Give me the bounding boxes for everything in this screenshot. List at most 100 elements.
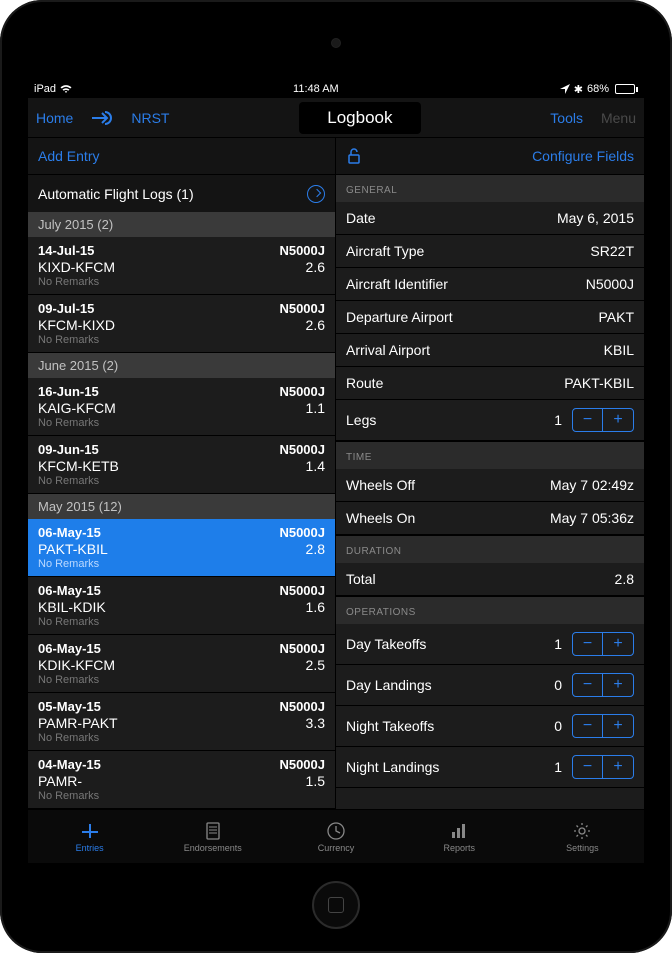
field-row[interactable]: Total2.8 [336, 563, 644, 596]
entry-tail: N5000J [279, 525, 325, 540]
entry-date: 04-May-15 [38, 757, 101, 772]
entry-tail: N5000J [279, 757, 325, 772]
entry-date: 06-May-15 [38, 641, 101, 656]
entry-hours: 1.5 [306, 773, 325, 789]
entry-route: KFCM-KETB [38, 458, 119, 474]
log-entry[interactable]: 06-May-15N5000JKDIK-KFCM2.5No Remarks [28, 635, 335, 693]
field-row[interactable]: Wheels OffMay 7 02:49z [336, 469, 644, 502]
entry-hours: 2.6 [306, 259, 325, 275]
entry-date: 09-Jul-15 [38, 301, 94, 316]
log-entry[interactable]: 14-Jul-15N5000JKIXD-KFCM2.6No Remarks [28, 237, 335, 295]
content: Add Entry Automatic Flight Logs (1) July… [28, 138, 644, 809]
configure-fields-button[interactable]: Configure Fields [532, 148, 634, 164]
tools-button[interactable]: Tools [550, 110, 583, 126]
add-entry-button[interactable]: Add Entry [38, 148, 99, 164]
log-entry[interactable]: 04-May-15N5000JPAMR-1.5No Remarks [28, 751, 335, 809]
tab-entries[interactable]: Entries [28, 810, 151, 863]
right-sub-bar: Configure Fields [336, 138, 644, 174]
entry-remarks: No Remarks [38, 732, 325, 744]
tab-bar: Entries Endorsements Currency Reports Settin… [28, 809, 644, 863]
home-hardware-button[interactable] [312, 881, 360, 929]
field-value: SR22T [590, 243, 634, 259]
field-label: Aircraft Type [346, 243, 424, 259]
entry-tail: N5000J [279, 442, 325, 457]
auto-flight-logs-row[interactable]: Automatic Flight Logs (1) [28, 174, 335, 212]
entry-route: KFCM-KIXD [38, 317, 115, 333]
stepper-minus[interactable]: − [573, 409, 603, 431]
tab-endorsements[interactable]: Endorsements [151, 810, 274, 863]
entry-date: 14-Jul-15 [38, 243, 94, 258]
home-button[interactable]: Home [36, 110, 73, 126]
field-row[interactable]: Arrival AirportKBIL [336, 334, 644, 367]
stepper-plus[interactable]: + [603, 633, 633, 655]
stepper-value: 1 [548, 636, 562, 652]
nrst-button[interactable]: NRST [131, 110, 169, 126]
tab-label: Settings [566, 843, 599, 853]
group-header: June 2015 (2) [28, 353, 335, 378]
tab-label: Currency [318, 843, 355, 853]
field-row[interactable]: Departure AirportPAKT [336, 301, 644, 334]
tab-settings[interactable]: Settings [521, 810, 644, 863]
tab-reports[interactable]: Reports [398, 810, 521, 863]
entry-remarks: No Remarks [38, 616, 325, 628]
stepper-minus[interactable]: − [573, 715, 603, 737]
entry-route: KIXD-KFCM [38, 259, 115, 275]
stepper-minus[interactable]: − [573, 674, 603, 696]
stepper-value: 1 [548, 412, 562, 428]
log-entry[interactable]: 06-May-15N5000JKBIL-KDIK1.6No Remarks [28, 577, 335, 635]
tab-currency[interactable]: Currency [274, 810, 397, 863]
log-entry[interactable]: 05-May-15N5000JPAMR-PAKT3.3No Remarks [28, 693, 335, 751]
menu-button[interactable]: Menu [601, 110, 636, 126]
entry-hours: 2.6 [306, 317, 325, 333]
entry-remarks: No Remarks [38, 475, 325, 487]
field-value: May 7 05:36z [550, 510, 634, 526]
unlock-icon[interactable] [346, 148, 362, 164]
stepper-value: 0 [548, 677, 562, 693]
field-row[interactable]: Wheels OnMay 7 05:36z [336, 502, 644, 535]
log-entry[interactable]: 09-Jun-15 N5000J KFCM-KETB 1.4No Remarks [28, 436, 335, 494]
entry-route: KAIG-KFCM [38, 400, 116, 416]
log-entry[interactable]: 06-May-15N5000JPAKT-KBIL2.8No Remarks [28, 519, 335, 577]
entry-hours: 1.6 [306, 599, 325, 615]
stepper-minus[interactable]: − [573, 633, 603, 655]
reports-icon [449, 821, 469, 841]
battery-icon [613, 84, 638, 94]
stepper-value: 1 [548, 759, 562, 775]
detail-scroll[interactable]: GENERALDateMay 6, 2015Aircraft TypeSR22T… [336, 174, 644, 809]
entry-date: 09-Jun-15 [38, 442, 99, 457]
entry-tail: N5000J [279, 641, 325, 656]
field-value: PAKT-KBIL [564, 375, 634, 391]
tab-label: Endorsements [184, 843, 242, 853]
field-row[interactable]: Aircraft Type SR22T [336, 235, 644, 268]
field-label: Departure Airport [346, 309, 453, 325]
entry-route: PAKT-KBIL [38, 541, 108, 557]
entries-icon [80, 821, 100, 841]
log-entry[interactable]: 16-Jun-15N5000JKAIG-KFCM1.1No Remarks [28, 378, 335, 436]
entry-list[interactable]: July 2015 (2)14-Jul-15N5000JKIXD-KFCM2.6… [28, 212, 335, 809]
field-row[interactable]: RoutePAKT-KBIL [336, 367, 644, 400]
device-label: iPad [34, 83, 56, 95]
stepper-plus[interactable]: + [603, 756, 633, 778]
entry-remarks: No Remarks [38, 276, 325, 288]
left-pane: Add Entry Automatic Flight Logs (1) July… [28, 138, 336, 809]
ipad-frame: iPad 11:48 AM ✱ 68% Home [0, 0, 672, 953]
direct-to-icon[interactable] [91, 110, 113, 126]
field-label: Day Takeoffs [346, 636, 426, 652]
nav-bar: Home NRST Logbook Tools Menu [28, 98, 644, 138]
field-row[interactable]: Aircraft IdentifierN5000J [336, 268, 644, 301]
entry-hours: 1.4 [306, 458, 325, 474]
entry-remarks: No Remarks [38, 417, 325, 429]
section-header: DURATION [336, 535, 644, 563]
stepper-plus[interactable]: + [603, 409, 633, 431]
entry-tail: N5000J [279, 301, 325, 316]
stepper-minus[interactable]: − [573, 756, 603, 778]
field-row[interactable]: DateMay 6, 2015 [336, 202, 644, 235]
stepper-plus[interactable]: + [603, 715, 633, 737]
field-label: Night Landings [346, 759, 439, 775]
field-value: KBIL [604, 342, 634, 358]
field-label: Legs [346, 412, 376, 428]
status-time: 11:48 AM [293, 83, 339, 95]
currency-icon [326, 821, 346, 841]
log-entry[interactable]: 09-Jul-15N5000JKFCM-KIXD2.6No Remarks [28, 295, 335, 353]
stepper-plus[interactable]: + [603, 674, 633, 696]
